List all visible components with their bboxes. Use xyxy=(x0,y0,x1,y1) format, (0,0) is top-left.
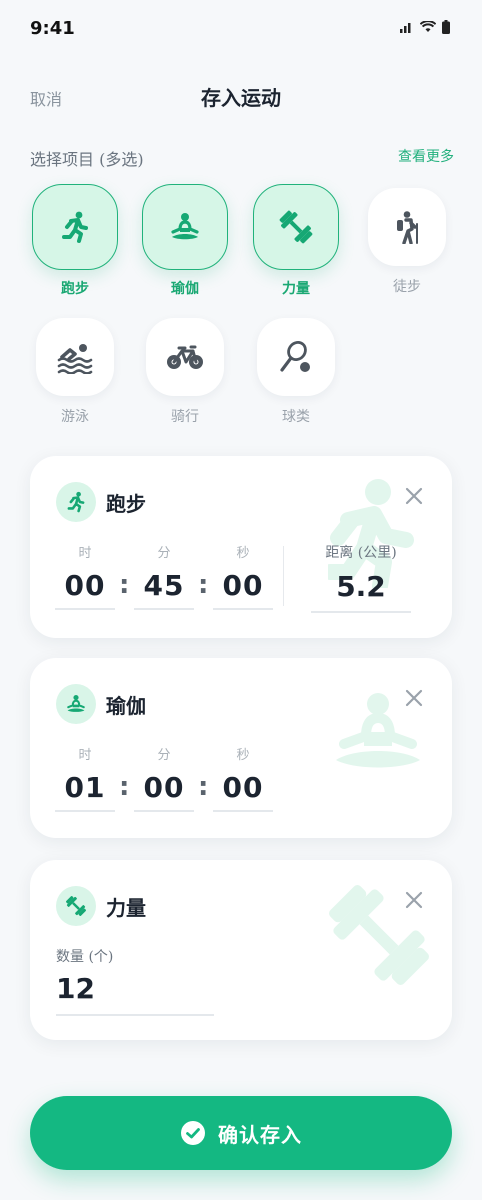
yoga-icon xyxy=(171,213,199,240)
minutes-label: 分 xyxy=(157,546,171,561)
distance-underline xyxy=(311,611,411,613)
cycling-icon xyxy=(167,345,203,369)
battery-icon xyxy=(442,20,450,34)
activity-swimming[interactable]: 游泳 xyxy=(32,318,118,426)
status-time: 9:41 xyxy=(30,18,75,39)
minutes-value[interactable]: 45 xyxy=(134,569,194,602)
signal-icon xyxy=(400,23,411,33)
hours-label: 时 xyxy=(78,748,92,763)
hiking-tile[interactable] xyxy=(368,188,446,266)
dumbbell-icon xyxy=(66,896,86,916)
running-icon xyxy=(67,491,85,513)
hours-underline xyxy=(55,810,115,812)
time-separator: : xyxy=(119,772,130,802)
hours-value[interactable]: 01 xyxy=(55,771,115,804)
activity-strength[interactable]: 力量 xyxy=(253,184,339,298)
time-separator: : xyxy=(198,570,209,600)
activity-label: 游泳 xyxy=(61,409,89,425)
seconds-label: 秒 xyxy=(236,546,250,561)
activity-label: 球类 xyxy=(282,409,310,425)
seconds-underline xyxy=(213,810,273,812)
swimming-tile[interactable] xyxy=(36,318,114,396)
seconds-value[interactable]: 00 xyxy=(213,771,273,804)
status-bar: 9:41 xyxy=(0,0,482,56)
time-separator: : xyxy=(198,772,209,802)
seconds-value[interactable]: 00 xyxy=(213,569,273,602)
seconds-field[interactable]: 秒 00 xyxy=(213,542,273,610)
time-separator: : xyxy=(119,570,130,600)
nav-header: 取消 存入运动 xyxy=(0,76,482,116)
distance-field[interactable]: 距离 (公里) 5.2 xyxy=(311,542,411,613)
hours-value[interactable]: 00 xyxy=(55,569,115,602)
seconds-field[interactable]: 秒 00 xyxy=(213,744,273,812)
field-divider xyxy=(283,546,284,606)
activity-hiking[interactable]: 徒步 xyxy=(364,188,450,296)
activity-label: 徒步 xyxy=(393,279,421,295)
ball-tile[interactable] xyxy=(257,318,335,396)
activity-label: 骑行 xyxy=(171,409,199,425)
section-title: 选择项目 (多选) xyxy=(30,150,144,169)
hours-field[interactable]: 时 01 xyxy=(55,744,115,812)
hiking-icon xyxy=(397,211,418,244)
strength-tile[interactable] xyxy=(253,184,339,270)
close-icon[interactable] xyxy=(404,486,424,506)
yoga-card-title: 瑜伽 xyxy=(106,694,146,718)
minutes-value[interactable]: 00 xyxy=(134,771,194,804)
cycling-tile[interactable] xyxy=(146,318,224,396)
activity-running[interactable]: 跑步 xyxy=(32,184,118,298)
activity-label: 跑步 xyxy=(61,281,89,297)
hours-field[interactable]: 时 00 xyxy=(55,542,115,610)
activity-label: 力量 xyxy=(282,281,310,297)
running-tile[interactable] xyxy=(32,184,118,270)
status-icons xyxy=(400,20,450,34)
swimming-icon xyxy=(57,344,93,374)
distance-value[interactable]: 5.2 xyxy=(311,570,411,603)
activity-yoga[interactable]: 瑜伽 xyxy=(142,184,228,298)
activity-label: 瑜伽 xyxy=(171,281,199,297)
seconds-underline xyxy=(213,608,273,610)
running-badge xyxy=(56,482,96,522)
quantity-underline xyxy=(56,1014,214,1016)
distance-label: 距离 (公里) xyxy=(325,545,397,561)
dumbbell-icon xyxy=(279,210,313,244)
strength-card: 力量 数量 (个) 12 xyxy=(30,860,452,1040)
yoga-badge xyxy=(56,684,96,724)
strength-card-title: 力量 xyxy=(106,896,146,920)
see-more-link[interactable]: 查看更多 xyxy=(398,146,454,166)
seconds-label: 秒 xyxy=(236,748,250,763)
minutes-underline xyxy=(134,810,194,812)
yoga-card: 瑜伽 时 01 : 分 00 : 秒 00 xyxy=(30,658,452,838)
minutes-field[interactable]: 分 45 xyxy=(134,542,194,610)
quantity-input[interactable]: 12 xyxy=(56,972,95,1005)
close-icon[interactable] xyxy=(404,688,424,708)
racket-icon xyxy=(280,340,310,372)
close-icon[interactable] xyxy=(404,890,424,910)
strength-badge xyxy=(56,886,96,926)
activity-ball[interactable]: 球类 xyxy=(253,318,339,426)
activity-section-header: 选择项目 (多选) 查看更多 xyxy=(30,144,454,169)
hours-underline xyxy=(55,608,115,610)
confirm-button[interactable]: 确认存入 xyxy=(30,1096,452,1170)
running-card: 跑步 时 00 : 分 45 : 秒 00 距离 (公里) 5.2 xyxy=(30,456,452,638)
running-card-title: 跑步 xyxy=(106,492,146,516)
hours-label: 时 xyxy=(78,546,92,561)
activity-cycling[interactable]: 骑行 xyxy=(142,318,228,426)
running-icon xyxy=(62,211,88,243)
check-circle-icon xyxy=(181,1121,205,1145)
page-title: 存入运动 xyxy=(201,86,281,110)
wifi-icon xyxy=(420,21,436,32)
yoga-icon xyxy=(67,694,85,712)
minutes-underline xyxy=(134,608,194,610)
minutes-field[interactable]: 分 00 xyxy=(134,744,194,812)
minutes-label: 分 xyxy=(157,748,171,763)
confirm-label: 确认存入 xyxy=(218,1122,302,1147)
yoga-tile[interactable] xyxy=(142,184,228,270)
quantity-label: 数量 (个) xyxy=(56,949,114,965)
